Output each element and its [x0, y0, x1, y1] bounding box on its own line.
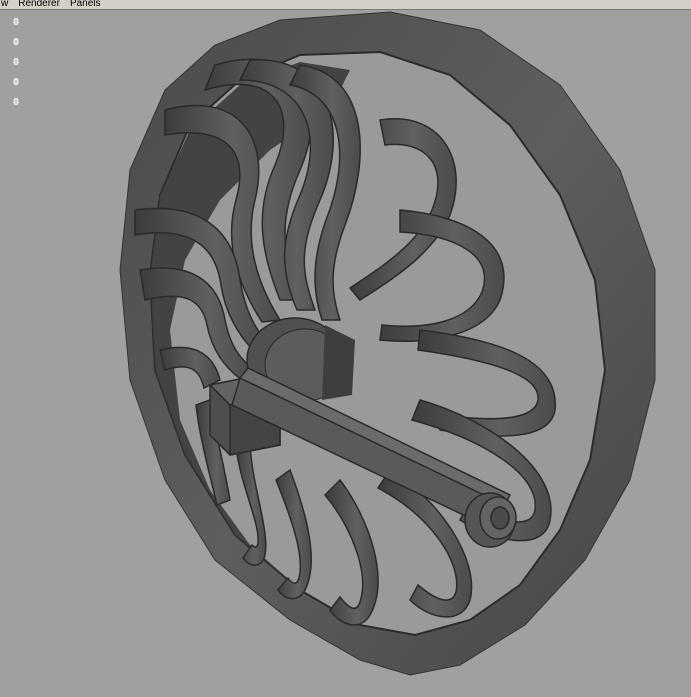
- waterwheel-model: [119, 11, 656, 676]
- menu-panels[interactable]: Panels: [70, 0, 101, 9]
- crank-pin: [464, 492, 517, 548]
- panel-menubar: w Renderer Panels: [0, 0, 691, 10]
- menu-view[interactable]: w: [1, 0, 8, 9]
- menu-renderer[interactable]: Renderer: [18, 0, 60, 9]
- 3d-viewport[interactable]: [0, 11, 691, 692]
